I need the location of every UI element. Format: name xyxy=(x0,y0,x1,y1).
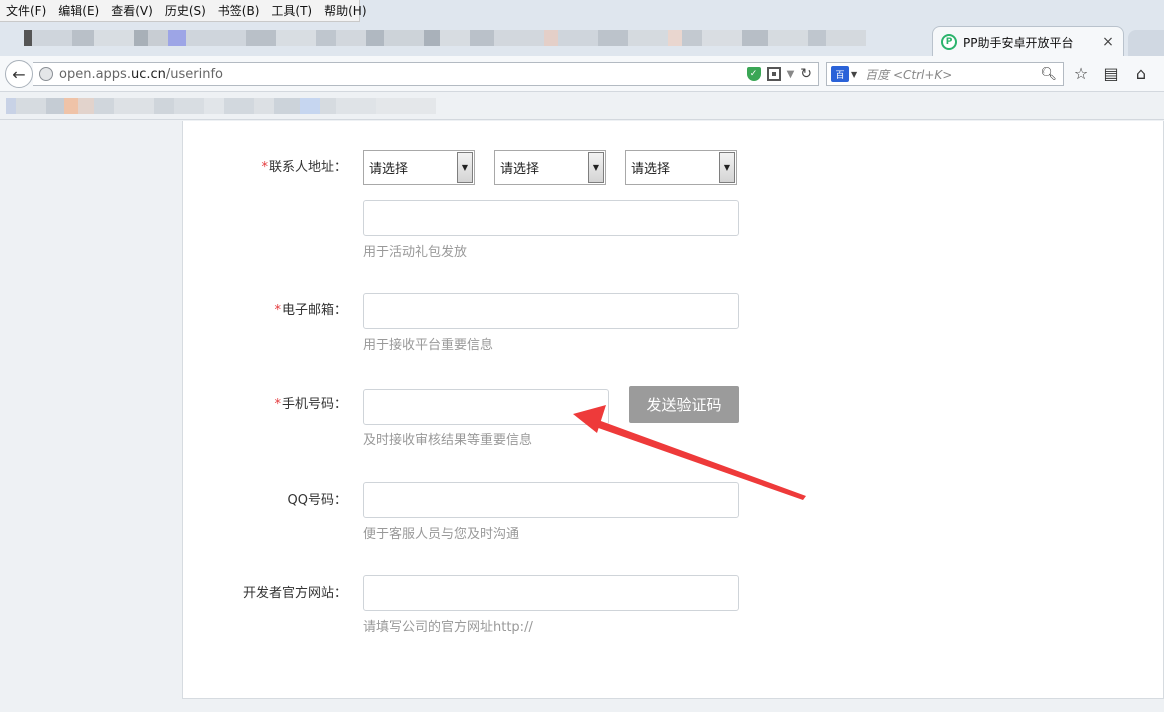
annotation-arrow xyxy=(573,405,806,500)
arrow-shaft xyxy=(587,417,806,500)
